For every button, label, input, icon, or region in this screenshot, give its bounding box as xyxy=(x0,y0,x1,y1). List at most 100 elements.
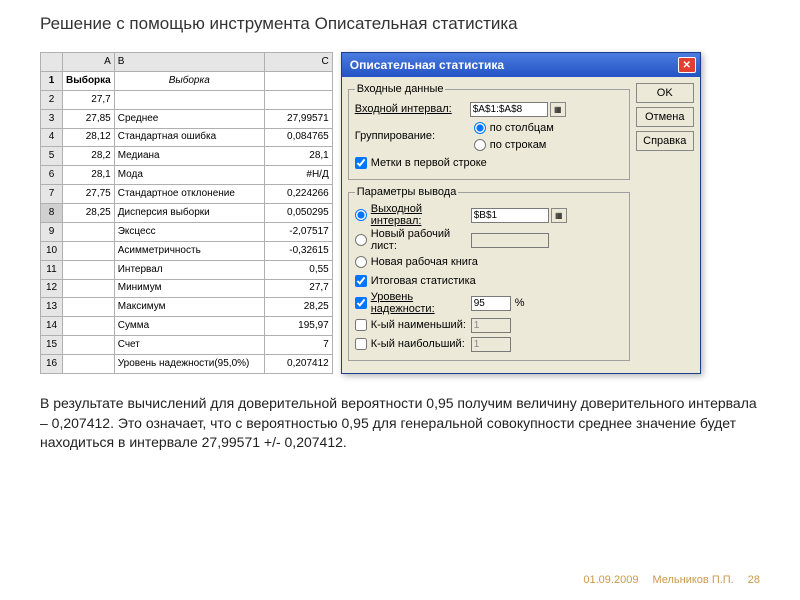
cell[interactable]: Мода xyxy=(114,166,264,185)
cell[interactable] xyxy=(114,90,264,109)
cell[interactable]: Стандартная ошибка xyxy=(114,128,264,147)
row-header[interactable]: 3 xyxy=(41,109,63,128)
output-range-field[interactable] xyxy=(471,208,549,223)
confidence-field[interactable] xyxy=(471,296,511,311)
cell[interactable]: Интервал xyxy=(114,260,264,279)
labels-first-checkbox[interactable] xyxy=(355,157,367,169)
cell[interactable]: 27,7 xyxy=(63,90,115,109)
cell[interactable] xyxy=(63,279,115,298)
cell[interactable] xyxy=(63,336,115,355)
kmin-checkbox[interactable] xyxy=(355,319,367,331)
cell[interactable]: 0,050295 xyxy=(264,204,332,223)
summary-stats-row[interactable]: Итоговая статистика xyxy=(355,272,623,290)
row-header[interactable]: 9 xyxy=(41,222,63,241)
radio-new-sheet[interactable] xyxy=(355,234,367,246)
help-button[interactable]: Справка xyxy=(636,131,694,151)
row-header[interactable]: 16 xyxy=(41,355,63,374)
row-header[interactable]: 2 xyxy=(41,90,63,109)
row-header[interactable]: 12 xyxy=(41,279,63,298)
cell[interactable]: Асимметричность xyxy=(114,241,264,260)
row-header[interactable]: 1 xyxy=(41,71,63,90)
cell[interactable]: Счет xyxy=(114,336,264,355)
col-header-C[interactable]: C xyxy=(264,53,332,72)
table-row: 828,25Дисперсия выборки0,050295 xyxy=(41,204,333,223)
cell[interactable]: Выборка xyxy=(114,71,264,90)
row-header[interactable]: 13 xyxy=(41,298,63,317)
confidence-checkbox[interactable] xyxy=(355,297,367,309)
cell[interactable] xyxy=(63,355,115,374)
footer: 01.09.2009 Мельников П.П. 28 xyxy=(583,574,760,586)
cell[interactable]: Стандартное отклонение xyxy=(114,185,264,204)
cell[interactable]: 27,7 xyxy=(264,279,332,298)
row-header[interactable]: 11 xyxy=(41,260,63,279)
radio-by-rows[interactable]: по строкам xyxy=(474,137,554,152)
cell[interactable]: Максимум xyxy=(114,298,264,317)
cell[interactable]: Уровень надежности(95,0%) xyxy=(114,355,264,374)
cell[interactable]: Среднее xyxy=(114,109,264,128)
cell[interactable]: -2,07517 xyxy=(264,222,332,241)
cell[interactable]: 28,1 xyxy=(63,166,115,185)
dialog-titlebar[interactable]: Описательная статистика ✕ xyxy=(342,53,700,77)
cell[interactable]: 0,207412 xyxy=(264,355,332,374)
cell[interactable] xyxy=(63,317,115,336)
cell[interactable]: 0,224266 xyxy=(264,185,332,204)
cell[interactable]: #Н/Д xyxy=(264,166,332,185)
cell[interactable]: -0,32615 xyxy=(264,241,332,260)
row-header[interactable]: 10 xyxy=(41,241,63,260)
cell[interactable]: Минимум xyxy=(114,279,264,298)
radio-by-columns-input[interactable] xyxy=(474,122,486,134)
ok-button[interactable]: OK xyxy=(636,83,694,103)
kmax-checkbox[interactable] xyxy=(355,338,367,350)
input-interval-field[interactable] xyxy=(470,102,548,117)
table-row: 727,75Стандартное отклонение0,224266 xyxy=(41,185,333,204)
cell[interactable]: 0,55 xyxy=(264,260,332,279)
radio-new-book[interactable] xyxy=(355,256,367,268)
cell[interactable]: 28,2 xyxy=(63,147,115,166)
cell[interactable]: 28,12 xyxy=(63,128,115,147)
output-params-group: Параметры вывода Выходной интервал: ▦ Но… xyxy=(348,186,630,361)
summary-checkbox[interactable] xyxy=(355,275,367,287)
row-header[interactable]: 14 xyxy=(41,317,63,336)
cell[interactable] xyxy=(63,222,115,241)
cell[interactable]: 28,1 xyxy=(264,147,332,166)
cell[interactable]: 27,75 xyxy=(63,185,115,204)
cell[interactable]: Медиана xyxy=(114,147,264,166)
cell[interactable]: Сумма xyxy=(114,317,264,336)
col-header-A[interactable]: A xyxy=(63,53,115,72)
col-header-B[interactable]: B xyxy=(114,53,264,72)
row-header[interactable]: 7 xyxy=(41,185,63,204)
cell[interactable]: Выборка xyxy=(63,71,115,90)
cell[interactable]: Эксцесс xyxy=(114,222,264,241)
cell[interactable]: 0,084765 xyxy=(264,128,332,147)
cell[interactable] xyxy=(63,298,115,317)
cell[interactable]: 27,99571 xyxy=(264,109,332,128)
labels-first-label: Метки в первой строке xyxy=(371,157,487,169)
row-header[interactable]: 4 xyxy=(41,128,63,147)
ref-select-icon-2[interactable]: ▦ xyxy=(551,208,567,223)
cell[interactable]: 27,85 xyxy=(63,109,115,128)
page-number: 28 xyxy=(748,574,760,586)
labels-first-row[interactable]: Метки в первой строке xyxy=(355,154,623,172)
close-icon[interactable]: ✕ xyxy=(678,57,696,73)
row-header[interactable]: 5 xyxy=(41,147,63,166)
cancel-button[interactable]: Отмена xyxy=(636,107,694,127)
row-header[interactable]: 6 xyxy=(41,166,63,185)
cell[interactable]: Дисперсия выборки xyxy=(114,204,264,223)
cell[interactable] xyxy=(63,260,115,279)
row-header[interactable]: 8 xyxy=(41,204,63,223)
cell[interactable]: 28,25 xyxy=(63,204,115,223)
row-header[interactable]: 15 xyxy=(41,336,63,355)
cell[interactable] xyxy=(264,71,332,90)
dialog-title: Описательная статистика xyxy=(350,58,504,72)
radio-by-rows-input[interactable] xyxy=(474,139,486,151)
cell[interactable]: 195,97 xyxy=(264,317,332,336)
kmin-field xyxy=(471,318,511,333)
corner-cell[interactable] xyxy=(41,53,63,72)
cell[interactable] xyxy=(63,241,115,260)
radio-by-columns[interactable]: по столбцам xyxy=(474,120,554,135)
cell[interactable]: 7 xyxy=(264,336,332,355)
radio-output-range[interactable] xyxy=(355,209,367,221)
cell[interactable]: 28,25 xyxy=(264,298,332,317)
ref-select-icon[interactable]: ▦ xyxy=(550,102,566,117)
cell[interactable] xyxy=(264,90,332,109)
